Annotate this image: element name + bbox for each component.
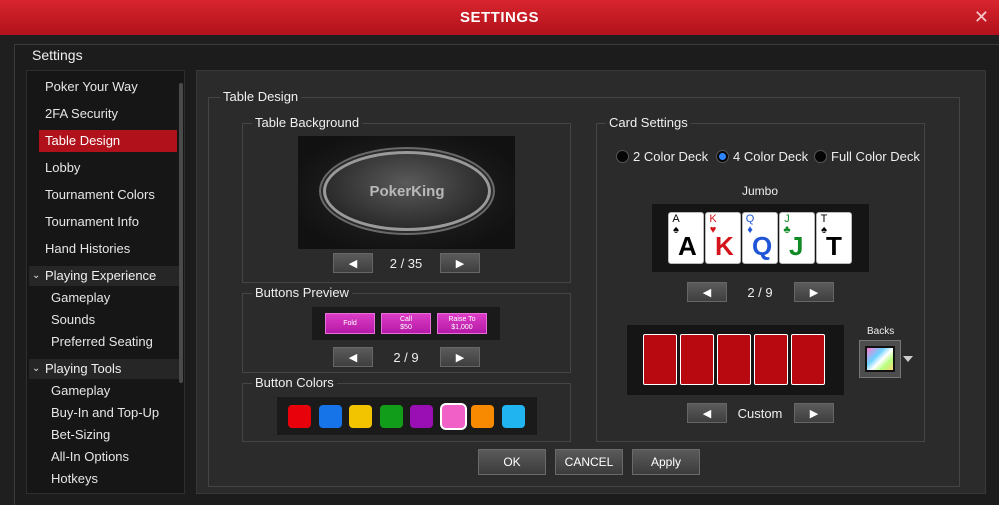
call-preview-button: Call $50: [381, 313, 431, 334]
sidebar-subitem-gameplay[interactable]: Gameplay: [51, 288, 110, 308]
card-rank: A: [678, 231, 697, 261]
arrow-right-icon: ▶: [809, 286, 819, 299]
arrow-right-icon: ▶: [455, 257, 465, 270]
sidebar-group-label: Playing Tools: [45, 361, 122, 376]
color-swatch-light-blue[interactable]: [502, 405, 525, 428]
arrow-left-icon: ◀: [702, 407, 712, 420]
card-back: [680, 334, 714, 385]
chevron-down-icon: ⌄: [32, 363, 41, 374]
radio-dot: [716, 150, 729, 163]
card-ace-spades: A ♠ A: [668, 212, 704, 264]
card-settings-legend: Card Settings: [606, 115, 691, 130]
arrow-left-icon: ◀: [702, 286, 712, 299]
card-king-hearts: K ♥ K: [705, 212, 741, 264]
sidebar-item-hand-histories[interactable]: Hand Histories: [39, 238, 177, 260]
sidebar-subitem-hotkeys[interactable]: Hotkeys: [51, 469, 98, 489]
settings-panel-label: Settings: [30, 47, 85, 63]
sidebar-item-poker-your-way[interactable]: Poker Your Way: [39, 76, 177, 98]
raise-preview-button: Raise To $1,000: [437, 313, 487, 334]
deck-next-button[interactable]: ▶: [794, 282, 834, 302]
sidebar-subitem-buy-in-top-up[interactable]: Buy-In and Top-Up: [51, 403, 159, 423]
sidebar-item-table-design[interactable]: Table Design: [39, 130, 177, 152]
card-ten-spades: T ♠ T: [816, 212, 852, 264]
radio-4-color-deck[interactable]: 4 Color Deck: [716, 148, 808, 165]
sidebar-group-playing-tools[interactable]: ⌄ Playing Tools: [29, 359, 179, 379]
radio-2-color-deck[interactable]: 2 Color Deck: [616, 148, 708, 165]
button-colors-legend: Button Colors: [252, 375, 337, 390]
back-pager: Custom: [737, 406, 783, 421]
sidebar-subitem-bet-sizing[interactable]: Bet-Sizing: [51, 425, 110, 445]
color-swatch-orange[interactable]: [471, 405, 494, 428]
chevron-down-icon: ⌄: [32, 270, 41, 281]
arrow-left-icon: ◀: [348, 257, 358, 270]
backs-color-picker[interactable]: [859, 340, 901, 378]
backs-dropdown-arrow-icon[interactable]: [902, 353, 914, 365]
deck-style-label: Jumbo: [741, 184, 779, 198]
sidebar-item-tournament-info[interactable]: Tournament Info: [39, 211, 177, 233]
card-queen-diamonds: Q ♦ Q: [742, 212, 778, 264]
back-prev-button[interactable]: ◀: [687, 403, 727, 423]
card-jack-clubs: J ♣ J: [779, 212, 815, 264]
ok-button[interactable]: OK: [478, 449, 546, 475]
sidebar-scrollbar[interactable]: [179, 83, 183, 383]
sidebar-subitem-preferred-seating[interactable]: Preferred Seating: [51, 332, 153, 352]
fold-preview-button: Fold: [325, 313, 375, 334]
sidebar-group-label: Playing Experience: [45, 268, 157, 283]
color-swatch-red[interactable]: [288, 405, 311, 428]
card-rank: K: [715, 231, 734, 261]
sidebar-item-2fa-security[interactable]: 2FA Security: [39, 103, 177, 125]
sidebar-subitem-sounds[interactable]: Sounds: [51, 310, 95, 330]
title-bar: SETTINGS ✕: [0, 0, 999, 35]
buttons-preview-pager: 2 / 9: [393, 350, 419, 365]
sidebar-group-playing-experience[interactable]: ⌄ Playing Experience: [29, 266, 179, 286]
radio-dot: [616, 150, 629, 163]
arrow-left-icon: ◀: [348, 351, 358, 364]
color-swatch-purple[interactable]: [410, 405, 433, 428]
window-title: SETTINGS: [459, 9, 539, 26]
card-back: [791, 334, 825, 385]
table-background-preview: PokerKing: [298, 136, 515, 249]
buttons-preview-legend: Buttons Preview: [252, 285, 352, 300]
sidebar-item-lobby[interactable]: Lobby: [39, 157, 177, 179]
table-bg-next-button[interactable]: ▶: [440, 253, 480, 273]
sidebar-subitem-gameplay-tools[interactable]: Gameplay: [51, 381, 110, 401]
sidebar-subitem-all-in-options[interactable]: All-In Options: [51, 447, 129, 467]
button-colors-panel: [277, 397, 537, 435]
color-swatch-blue[interactable]: [319, 405, 342, 428]
table-design-legend: Table Design: [220, 89, 302, 104]
deck-prev-button[interactable]: ◀: [687, 282, 727, 302]
table-bg-pager: 2 / 35: [389, 256, 423, 271]
back-next-button[interactable]: ▶: [794, 403, 834, 423]
cancel-button[interactable]: CANCEL: [555, 449, 623, 475]
table-logo: PokerKing: [369, 182, 445, 200]
arrow-right-icon: ▶: [455, 351, 465, 364]
card-rank: J: [789, 231, 804, 261]
radio-dot: [814, 150, 827, 163]
close-icon[interactable]: ✕: [974, 7, 989, 27]
card-rank: T: [826, 231, 842, 261]
poker-table-image: PokerKing: [323, 151, 491, 231]
sidebar: Poker Your Way 2FA Security Table Design…: [26, 70, 185, 494]
radio-full-color-deck[interactable]: Full Color Deck: [814, 148, 920, 165]
table-bg-prev-button[interactable]: ◀: [333, 253, 373, 273]
arrow-right-icon: ▶: [809, 407, 819, 420]
color-swatch-green[interactable]: [380, 405, 403, 428]
card-back: [754, 334, 788, 385]
backs-label: Backs: [867, 326, 895, 337]
card-back: [717, 334, 751, 385]
deck-pager: 2 / 9: [747, 285, 773, 300]
buttons-preview-prev-button[interactable]: ◀: [333, 347, 373, 367]
card-rank: Q: [752, 231, 773, 261]
card-backs-preview: [627, 325, 844, 395]
color-swatch-pink[interactable]: [442, 405, 465, 428]
card-deck-preview: A ♠ A K ♥ K Q ♦ Q J ♣ J T ♠ T: [652, 204, 869, 272]
buttons-preview-next-button[interactable]: ▶: [440, 347, 480, 367]
color-swatch-yellow[interactable]: [349, 405, 372, 428]
color-gradient-icon: [865, 346, 895, 372]
buttons-preview-panel: Fold Call $50 Raise To $1,000: [312, 307, 500, 340]
apply-button[interactable]: Apply: [632, 449, 700, 475]
table-background-legend: Table Background: [252, 115, 363, 130]
sidebar-item-tournament-colors[interactable]: Tournament Colors: [39, 184, 177, 206]
card-back: [643, 334, 677, 385]
